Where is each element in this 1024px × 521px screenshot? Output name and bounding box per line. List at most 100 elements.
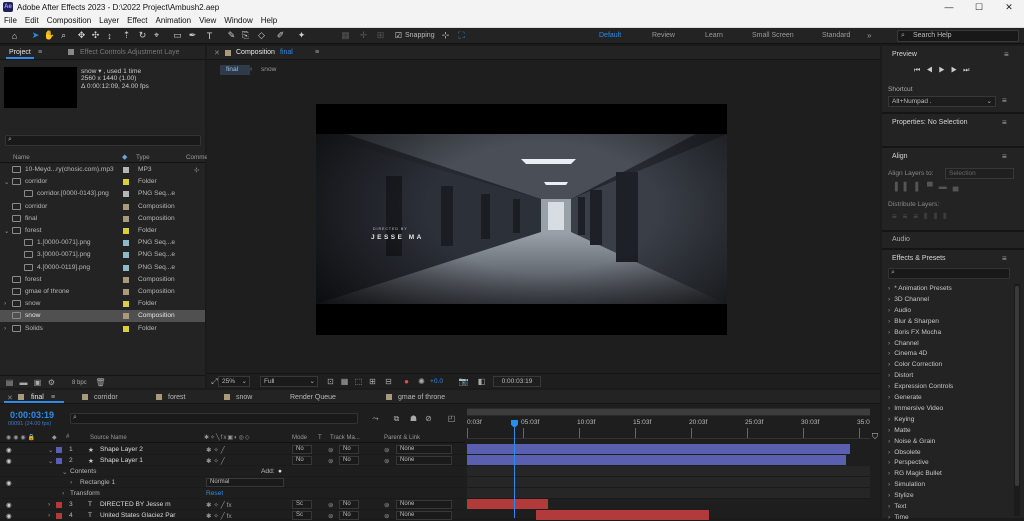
menu-effect[interactable]: Effect (127, 16, 147, 25)
snap-target-icon[interactable]: ⛶ (456, 30, 467, 41)
shy-layers-icon[interactable]: ☗ (409, 414, 418, 423)
column-t[interactable]: T (318, 435, 322, 441)
column-parent-link[interactable]: Parent & Link (384, 435, 420, 441)
breadcrumb-final[interactable]: final (220, 65, 250, 75)
tab-project[interactable]: Project (9, 49, 31, 56)
channel-icon[interactable]: ● (402, 377, 411, 386)
align-bottom-icon[interactable]: ▄ (953, 182, 965, 191)
disclosure-arrow-icon[interactable]: › (70, 479, 72, 486)
view-axis-icon[interactable]: ⊞ (375, 30, 386, 41)
rectangle-row[interactable]: ◉ › Rectangle 1 Normal (0, 477, 465, 488)
parent-dropdown[interactable]: None (396, 456, 452, 465)
transform-row[interactable]: › Transform Reset (0, 488, 465, 499)
distribute-left-icon[interactable]: ⦀ (924, 212, 934, 221)
resolution-dropdown[interactable]: Full ⌄ (260, 376, 318, 387)
minimize-button[interactable]: — (934, 0, 964, 14)
delete-icon[interactable]: 🗑 (95, 378, 105, 387)
draft-3d-icon[interactable]: ⧉ (392, 414, 401, 423)
eye-icon[interactable]: ◉ (6, 457, 12, 465)
menu-help[interactable]: Help (261, 16, 277, 25)
pan-camera-icon[interactable]: ✣ (90, 30, 101, 41)
timeline-layer-row[interactable]: ◉ › 3 T DIRECTED BY Jesse m ✱ ✧ ╱ fx Sc ⊚ No ⊚ Non… (0, 499, 465, 510)
project-search-input[interactable] (5, 135, 201, 146)
column-mode[interactable]: Mode (292, 435, 307, 441)
snap-mode-icon[interactable]: ⊹ (440, 30, 451, 41)
track-matte-icon[interactable]: ⊚ (328, 501, 334, 509)
rotate-tool-icon[interactable]: ↻ (137, 30, 148, 41)
blend-mode-dropdown[interactable]: No (292, 445, 312, 454)
contents-row[interactable]: ⌄ Contents Add: ● (0, 466, 465, 477)
menu-edit[interactable]: Edit (25, 16, 39, 25)
layer-switches-icon[interactable]: ✱ ✧ ╱ fx (206, 512, 232, 520)
show-snapshot-icon[interactable]: ◧ (477, 377, 486, 386)
project-settings-icon[interactable]: ⚙ (47, 378, 56, 387)
effect-category[interactable]: Color Correction (888, 361, 942, 368)
label-color-swatch[interactable] (123, 325, 129, 332)
tab-forest[interactable]: forest (168, 394, 186, 401)
project-item[interactable]: 4.[0000-0119].png PNG Seq...e (0, 262, 205, 274)
project-item[interactable]: ⌄ forest Folder (0, 225, 205, 237)
project-item[interactable]: corridor Composition (0, 201, 205, 213)
distribute-right-icon[interactable]: ⦀ (943, 212, 953, 221)
column-name[interactable]: Name (13, 154, 30, 161)
tab-composition-name[interactable]: final (280, 49, 293, 56)
layer-label-swatch[interactable] (56, 513, 62, 519)
orbit-camera-icon[interactable]: ✥ (76, 30, 87, 41)
time-ruler[interactable]: 0:03f 05:03f 10:03f 15:03f 20:03f 25:03f 30:03… (467, 417, 870, 439)
maximize-button[interactable]: ☐ (964, 0, 994, 14)
effect-category[interactable]: Matte (888, 427, 911, 434)
track-matte-icon[interactable]: ⊚ (328, 446, 334, 454)
current-time-display[interactable]: 0:00:03:19 (493, 376, 541, 387)
column-track-matte[interactable]: Track Ma... (330, 435, 360, 441)
menu-window[interactable]: Window (224, 16, 252, 25)
parent-dropdown[interactable]: None (396, 511, 452, 520)
disclosure-arrow-icon[interactable]: › (48, 501, 50, 508)
align-vcenter-icon[interactable]: ▬ (939, 182, 953, 191)
effect-category[interactable]: RG Magic Bullet (888, 470, 942, 477)
parent-dropdown[interactable]: None (396, 500, 452, 509)
next-frame-icon[interactable]: ▶ (951, 67, 963, 74)
effect-category[interactable]: Cinema 4D (888, 350, 927, 357)
distribute-vcenter-icon[interactable]: ≡ (903, 212, 914, 221)
region-of-interest-icon[interactable]: ⊡ (326, 377, 335, 386)
roto-brush-tool-icon[interactable]: ✐ (275, 30, 286, 41)
eye-icon[interactable]: ◉ (6, 446, 12, 454)
project-item[interactable]: final Composition (0, 213, 205, 225)
label-color-swatch[interactable] (123, 203, 129, 210)
shortcut-dropdown[interactable]: Alt+Numpad . ⌄ (888, 96, 996, 107)
label-column-icon[interactable]: ◆ (52, 434, 57, 441)
label-color-swatch[interactable] (123, 240, 129, 247)
tab-menu-icon[interactable]: ≡ (38, 49, 42, 56)
add-icon[interactable]: ● (278, 468, 282, 475)
reset-link[interactable]: Reset (206, 490, 223, 497)
project-item[interactable]: corridor.[0000-0143].png PNG Seq...e (0, 188, 205, 200)
new-folder-icon[interactable]: ▬ (19, 378, 28, 387)
project-item[interactable]: gmae of throne Composition (0, 286, 205, 298)
panel-menu-icon[interactable]: ≡ (1002, 152, 1007, 161)
selection-tool-icon[interactable]: ➤ (30, 30, 41, 41)
project-item[interactable]: ⌄ corridor Folder (0, 176, 205, 188)
tab-effect-controls[interactable]: Effect Controls Adjustment Laye (80, 49, 179, 56)
work-area-range[interactable] (467, 409, 870, 415)
label-color-swatch[interactable] (123, 264, 129, 271)
bpc-indicator[interactable]: 8 bpc (72, 380, 87, 386)
blend-mode-dropdown[interactable]: No (292, 456, 312, 465)
dolly-camera-icon[interactable]: ↕ (104, 30, 115, 41)
disclosure-arrow-icon[interactable]: ⌄ (4, 178, 10, 186)
layer-label-swatch[interactable] (56, 458, 62, 464)
project-item[interactable]: snow Composition (0, 310, 205, 323)
column-comment[interactable]: Comme (186, 154, 208, 161)
search-help-input[interactable]: Search Help (897, 30, 1019, 42)
guides-icon[interactable]: ⊞ (368, 377, 377, 386)
project-item[interactable]: › Solids Folder (0, 323, 205, 335)
anchor-tool-icon[interactable]: ⌖ (151, 30, 162, 41)
eye-icon[interactable]: ◉ (6, 479, 12, 487)
tab-final[interactable]: final (31, 394, 44, 401)
mask-visibility-icon[interactable]: ⬚ (354, 377, 363, 386)
effect-category[interactable]: Obsolete (888, 449, 920, 456)
project-item[interactable]: › snow Folder (0, 298, 205, 310)
effect-category[interactable]: Immersive Video (888, 405, 943, 412)
label-color-swatch[interactable] (123, 179, 129, 186)
layer-name[interactable]: Shape Layer 2 (100, 446, 143, 453)
label-color-swatch[interactable] (123, 228, 129, 234)
